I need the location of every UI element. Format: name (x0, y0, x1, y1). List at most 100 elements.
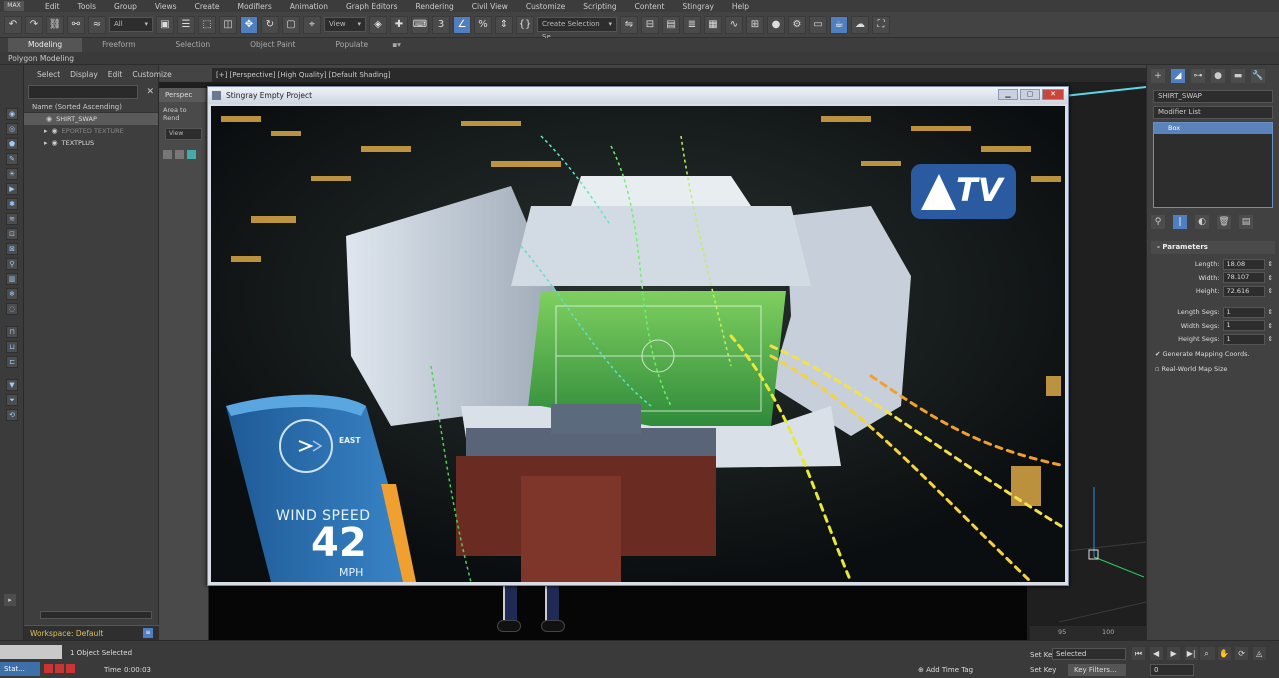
viewport-label[interactable]: [+] [Perspective] [High Quality] [Defaul… (212, 68, 1146, 82)
select-object-icon[interactable]: ▣ (156, 15, 174, 34)
stop-listener-icon[interactable] (55, 664, 64, 673)
stingray-window[interactable]: Stingray Empty Project ▁ ▢ ✕ EAST WIND S… (207, 86, 1069, 586)
create-tab-icon[interactable]: + (1151, 69, 1165, 83)
display-groups-icon[interactable]: ⊡ (6, 228, 18, 240)
set-key-button[interactable]: Set Key (1030, 666, 1056, 674)
region-select-icon[interactable]: ⬚ (198, 15, 216, 34)
align-icon[interactable]: ⊟ (641, 15, 659, 34)
display-tab-icon[interactable]: ▬ (1231, 69, 1245, 83)
display-all-icon[interactable]: ◎ (6, 123, 18, 135)
select-manipulate-icon[interactable]: ✚ (390, 15, 408, 34)
snaps-toggle-icon[interactable]: 3 (432, 15, 450, 34)
edit-named-selection-icon[interactable]: {} (516, 15, 534, 34)
modifier-stack-item[interactable]: Box (1154, 123, 1272, 134)
render-production-icon[interactable]: ☕ (830, 15, 848, 34)
zoom-icon[interactable]: ⌕ (1200, 647, 1213, 660)
timeline-ruler[interactable]: 95 100 (1030, 626, 1146, 640)
display-geometry-icon[interactable]: ⬟ (6, 138, 18, 150)
menu-help[interactable]: Help (723, 2, 758, 11)
expand-arrow-icon[interactable]: ▸ (44, 139, 48, 147)
spinner-icon[interactable]: ⇕ (1268, 322, 1273, 330)
explorer-menu-customize[interactable]: Customize (127, 70, 176, 79)
height-segs-input[interactable]: 1 (1222, 333, 1265, 345)
eye-icon[interactable]: ◉ (52, 127, 58, 135)
copy-image-icon[interactable] (175, 150, 184, 159)
remove-modifier-icon[interactable]: 🗑 (1217, 215, 1231, 229)
maximize-button[interactable]: ▢ (1020, 89, 1040, 100)
motion-tab-icon[interactable]: ● (1211, 69, 1225, 83)
modifier-list-dropdown[interactable]: Modifier List (1153, 106, 1273, 119)
rotate-icon[interactable]: ↻ (261, 15, 279, 34)
hierarchy-tab-icon[interactable]: ⊶ (1191, 69, 1205, 83)
show-end-result-icon[interactable]: | (1173, 215, 1187, 229)
unlink-icon[interactable]: ⚯ (67, 15, 85, 34)
modify-tab-icon[interactable]: ◢ (1171, 69, 1185, 83)
width-segs-input[interactable]: 1 (1222, 320, 1265, 331)
tab-selection[interactable]: Selection (156, 38, 231, 52)
a360-gallery-icon[interactable]: ⛶ (872, 15, 890, 34)
menu-graph-editors[interactable]: Graph Editors (337, 2, 407, 11)
menu-animation[interactable]: Animation (281, 2, 337, 11)
menu-views[interactable]: Views (146, 2, 186, 11)
explorer-item[interactable]: ◉ SHIRT_SWAP (24, 113, 158, 125)
explorer-item[interactable]: ▸ ◉ EPORTED TEXTURE (24, 125, 158, 137)
curve-editor-icon[interactable]: ∿ (725, 15, 743, 34)
menu-scripting[interactable]: Scripting (574, 2, 625, 11)
menu-customize[interactable]: Customize (517, 2, 574, 11)
object-name-field[interactable]: SHIRT_SWAP (1153, 90, 1273, 103)
spinner-icon[interactable]: ⇕ (1268, 287, 1273, 295)
percent-snap-icon[interactable]: % (474, 15, 492, 34)
display-influences-icon[interactable]: ⊔ (6, 341, 18, 353)
display-frozen-icon[interactable]: ❄ (6, 288, 18, 300)
length-segs-input[interactable]: 1 (1222, 306, 1265, 318)
expand-arrow-icon[interactable]: ▸ (44, 127, 48, 135)
render-view-dropdown[interactable]: View (165, 128, 202, 140)
pan-icon[interactable]: ✋ (1217, 647, 1231, 660)
tab-freeform[interactable]: Freeform (82, 38, 155, 52)
eye-icon[interactable]: ◉ (52, 139, 58, 147)
parameters-rollout-header[interactable]: - Parameters (1151, 241, 1275, 254)
key-mode-dropdown[interactable]: Selected (1052, 648, 1126, 660)
explorer-menu-display[interactable]: Display (65, 70, 103, 79)
display-shapes-icon[interactable]: ✎ (6, 153, 18, 165)
menu-rendering[interactable]: Rendering (406, 2, 462, 11)
sync-icon[interactable]: ⟲ (6, 409, 18, 421)
menu-civil-view[interactable]: Civil View (463, 2, 517, 11)
workspace-selector[interactable]: Workspace: Default ≡ (24, 625, 159, 640)
field-of-view-icon[interactable]: ◬ (1252, 647, 1266, 660)
undo-icon[interactable]: ↶ (4, 15, 22, 34)
add-time-tag-button[interactable]: ⊕ Add Time Tag (918, 666, 973, 674)
ribbon-panel-title[interactable]: Polygon Modeling (0, 52, 1279, 65)
ribbon-toggle-icon[interactable]: ▦ (704, 15, 722, 34)
orbit-icon[interactable]: ⟳ (1235, 647, 1249, 660)
make-unique-icon[interactable]: ◐ (1195, 215, 1209, 229)
material-editor-icon[interactable]: ● (767, 15, 785, 34)
display-children-icon[interactable]: ⊓ (6, 326, 18, 338)
explorer-column-header[interactable]: Name (Sorted Ascending) (24, 101, 158, 113)
explorer-search-input[interactable] (28, 85, 139, 99)
explorer-item[interactable]: ▸ ◉ TEXTPLUS (24, 137, 158, 149)
spinner-icon[interactable]: ⇕ (1268, 274, 1273, 282)
link-icon[interactable]: ⛓ (46, 15, 64, 34)
stingray-titlebar[interactable]: Stingray Empty Project ▁ ▢ ✕ (208, 87, 1068, 104)
go-to-start-icon[interactable]: ⏮ (1132, 647, 1145, 660)
pivot-center-icon[interactable]: ◈ (369, 15, 387, 34)
window-crossing-icon[interactable]: ◫ (219, 15, 237, 34)
place-icon[interactable]: ⌖ (303, 15, 321, 34)
select-by-name-icon[interactable]: ☰ (177, 15, 195, 34)
save-image-icon[interactable] (163, 150, 172, 159)
configure-modifier-sets-icon[interactable]: ▤ (1239, 215, 1253, 229)
tab-populate[interactable]: Populate (315, 38, 388, 52)
render-setup-icon[interactable]: ⚙ (788, 15, 806, 34)
display-containers-icon[interactable]: ▥ (6, 273, 18, 285)
minimize-button[interactable]: ▁ (998, 89, 1018, 100)
move-icon[interactable]: ✥ (240, 15, 258, 34)
display-xrefs-icon[interactable]: ⊠ (6, 243, 18, 255)
display-cameras-icon[interactable]: ▶ (6, 183, 18, 195)
current-frame-input[interactable]: 0 (1150, 664, 1194, 676)
render-in-cloud-icon[interactable]: ☁ (851, 15, 869, 34)
previous-frame-icon[interactable]: ◀ (1149, 647, 1163, 660)
play-icon[interactable]: ▶ (1167, 647, 1181, 660)
render-window-behind[interactable]: Perspec Area to Rend View (159, 88, 209, 648)
app-logo-icon[interactable]: MAX (4, 1, 24, 11)
